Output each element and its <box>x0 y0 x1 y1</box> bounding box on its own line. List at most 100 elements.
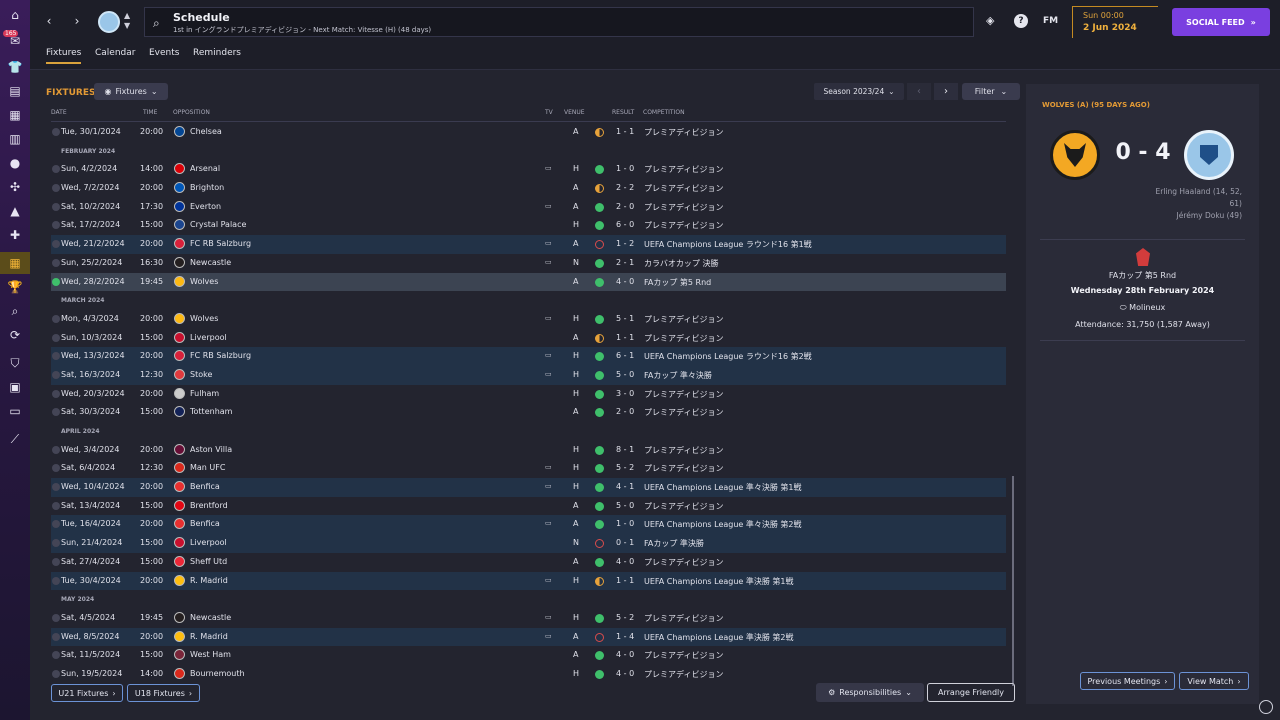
fixture-score[interactable]: 1 - 1 <box>616 576 634 585</box>
fixture-competition[interactable]: プレミアディビジョン <box>644 164 723 175</box>
transfers-icon[interactable]: ⟳ <box>6 326 24 344</box>
row-select-dot-icon[interactable] <box>52 277 60 286</box>
fixture-opponent[interactable]: Stoke <box>190 370 212 379</box>
fixture-opponent[interactable]: Tottenham <box>190 407 232 416</box>
fixture-opponent[interactable]: Brentford <box>190 501 228 510</box>
row-select-dot-icon[interactable] <box>52 520 60 529</box>
fixture-score[interactable]: 5 - 2 <box>616 463 634 472</box>
fixture-score[interactable]: 1 - 0 <box>616 164 634 173</box>
row-select-dot-icon[interactable] <box>52 370 60 379</box>
fixture-score[interactable]: 2 - 2 <box>616 183 634 192</box>
fixture-score[interactable]: 3 - 0 <box>616 389 634 398</box>
fixture-row[interactable]: Wed, 7/2/2024 20:00 Brighton A 2 - 2 プレミアディビジ… <box>51 179 1006 198</box>
fixture-opponent[interactable]: Liverpool <box>190 333 227 342</box>
tab-events[interactable]: Events <box>149 48 179 62</box>
fixture-competition[interactable]: プレミアディビジョン <box>644 613 723 624</box>
column-result[interactable]: RESULT <box>612 109 634 116</box>
club-crest-icon[interactable] <box>98 11 120 33</box>
opponent-crest-icon[interactable] <box>174 574 185 586</box>
fixture-competition[interactable]: FAカップ 準々決勝 <box>644 370 712 381</box>
opponent-crest-icon[interactable] <box>174 200 185 212</box>
row-select-dot-icon[interactable] <box>52 221 60 230</box>
row-select-dot-icon[interactable] <box>52 352 60 361</box>
opponent-crest-icon[interactable] <box>174 462 185 474</box>
fixture-row[interactable]: Wed, 3/4/2024 20:00 Aston Villa H 8 - 1 プレミアデ… <box>51 441 1006 460</box>
arrange-friendly-button[interactable]: Arrange Friendly <box>927 683 1015 702</box>
opponent-crest-icon[interactable] <box>174 219 185 231</box>
fixture-opponent[interactable]: Brighton <box>190 183 224 192</box>
fixture-competition[interactable]: プレミアディビジョン <box>644 669 723 680</box>
row-select-dot-icon[interactable] <box>52 389 60 398</box>
fixture-score[interactable]: 0 - 1 <box>616 538 634 547</box>
opponent-crest-icon[interactable] <box>174 630 185 642</box>
season-dropdown[interactable]: Season 2023/24 ⌄ <box>814 83 904 100</box>
fixture-opponent[interactable]: Sheff Utd <box>190 557 227 566</box>
fixture-score[interactable]: 8 - 1 <box>616 445 634 454</box>
fixture-score[interactable]: 4 - 0 <box>616 277 634 286</box>
fixture-row[interactable]: Sun, 4/2/2024 14:00 Arsenal ▭ H 1 - 0 プレミアディビジ… <box>51 160 1006 179</box>
help-icon[interactable]: ? <box>1014 14 1028 28</box>
row-select-dot-icon[interactable] <box>52 202 60 211</box>
fixture-opponent[interactable]: Wolves <box>190 277 218 286</box>
trophy-cabinet-icon[interactable]: ◈ <box>986 14 994 27</box>
fixture-competition[interactable]: プレミアディビジョン <box>644 220 723 231</box>
fixture-row[interactable]: Wed, 28/2/2024 19:45 Wolves A 4 - 0 FAカップ 第5 … <box>51 272 1006 292</box>
fixture-row[interactable]: Sun, 21/4/2024 15:00 Liverpool N 0 - 1 FAカップ … <box>51 534 1006 553</box>
home-icon[interactable]: ⌂ <box>6 6 24 24</box>
help-circle-icon[interactable] <box>1259 700 1273 714</box>
opponent-crest-icon[interactable] <box>174 350 185 362</box>
match-competition[interactable]: FAカップ 第5 Rnd <box>1026 270 1259 281</box>
tactics-icon[interactable]: ▤ <box>6 82 24 100</box>
fixture-row[interactable]: Wed, 8/5/2024 20:00 R. Madrid ▭ A 1 - 4 UEFA C… <box>51 627 1006 647</box>
row-select-dot-icon[interactable] <box>52 445 60 454</box>
row-select-dot-icon[interactable] <box>52 333 60 342</box>
responsibilities-button[interactable]: ⚙ Responsibilities ⌄ <box>816 683 924 702</box>
filter-button[interactable]: Filter ⌄ <box>962 83 1020 100</box>
fixture-row[interactable]: Sat, 10/2/2024 17:30 Everton ▭ A 2 - 0 プレミアディビ… <box>51 198 1006 217</box>
fixture-score[interactable]: 1 - 1 <box>616 333 634 342</box>
fixture-opponent[interactable]: Newcastle <box>190 258 231 267</box>
column-opposition[interactable]: OPPOSITION <box>173 109 210 116</box>
tickets-icon[interactable]: ▭ <box>6 402 24 420</box>
fixture-score[interactable]: 5 - 0 <box>616 501 634 510</box>
row-select-dot-icon[interactable] <box>52 408 60 417</box>
fixture-opponent[interactable]: Chelsea <box>190 127 222 136</box>
fixture-row[interactable]: Wed, 21/2/2024 20:00 FC RB Salzburg ▭ A 1 - 2… <box>51 235 1006 254</box>
opponent-crest-icon[interactable] <box>174 238 185 250</box>
fixture-opponent[interactable]: Crystal Palace <box>190 220 246 229</box>
fixture-score[interactable]: 4 - 0 <box>616 669 634 678</box>
next-season-button[interactable]: › <box>934 83 958 100</box>
opponent-crest-icon[interactable] <box>174 312 185 324</box>
opponent-crest-icon[interactable] <box>174 555 185 567</box>
fixture-opponent[interactable]: FC RB Salzburg <box>190 351 251 360</box>
fixture-row[interactable]: Sun, 10/3/2024 15:00 Liverpool A 1 - 1 プレミアディ… <box>51 329 1006 348</box>
fixture-competition[interactable]: プレミアディビジョン <box>644 314 723 325</box>
table-scrollbar[interactable] <box>1012 476 1014 686</box>
row-select-dot-icon[interactable] <box>52 632 60 641</box>
fixture-row[interactable]: Tue, 30/4/2024 20:00 R. Madrid ▭ H 1 - 1 UEFA … <box>51 571 1006 591</box>
fixture-score[interactable]: 4 - 1 <box>616 482 634 491</box>
opponent-crest-icon[interactable] <box>174 611 185 623</box>
u18-fixtures-button[interactable]: U18 Fixtures › <box>127 684 200 702</box>
fixture-competition[interactable]: プレミアディビジョン <box>644 389 723 400</box>
fixture-score[interactable]: 2 - 0 <box>616 202 634 211</box>
staff-icon[interactable]: ▲ <box>6 202 24 220</box>
opponent-crest-icon[interactable] <box>174 256 185 268</box>
row-select-dot-icon[interactable] <box>52 184 60 193</box>
tab-fixtures[interactable]: Fixtures <box>46 48 82 64</box>
column-date[interactable]: DATE <box>51 109 67 116</box>
fixture-score[interactable]: 1 - 2 <box>616 239 634 248</box>
fixture-row[interactable]: Sat, 13/4/2024 15:00 Brentford A 5 - 0 プレミアディ… <box>51 497 1006 516</box>
fixture-row[interactable]: Sat, 6/4/2024 12:30 Man UFC ▭ H 5 - 2 プレミアディビジ… <box>51 459 1006 478</box>
row-select-dot-icon[interactable] <box>52 258 60 267</box>
fixture-competition[interactable]: UEFA Champions League 準々決勝 第1戦 <box>644 482 802 493</box>
fixture-row[interactable]: Sat, 11/5/2024 15:00 West Ham A 4 - 0 プレミアディビ… <box>51 646 1006 665</box>
squad-icon[interactable]: 👕 <box>6 58 24 76</box>
fixture-row[interactable]: Tue, 30/1/2024 20:00 Chelsea A 1 - 1 プレミアディビジ… <box>51 123 1006 142</box>
fixture-competition[interactable]: UEFA Champions League ラウンド16 第1戦 <box>644 239 812 250</box>
fixture-competition[interactable]: プレミアディビジョン <box>644 557 723 568</box>
fixture-opponent[interactable]: Arsenal <box>190 164 220 173</box>
row-select-dot-icon[interactable] <box>52 651 60 660</box>
fixtures-view-dropdown[interactable]: ◉ Fixtures ⌄ <box>94 83 168 100</box>
column-time[interactable]: TIME <box>143 109 157 116</box>
